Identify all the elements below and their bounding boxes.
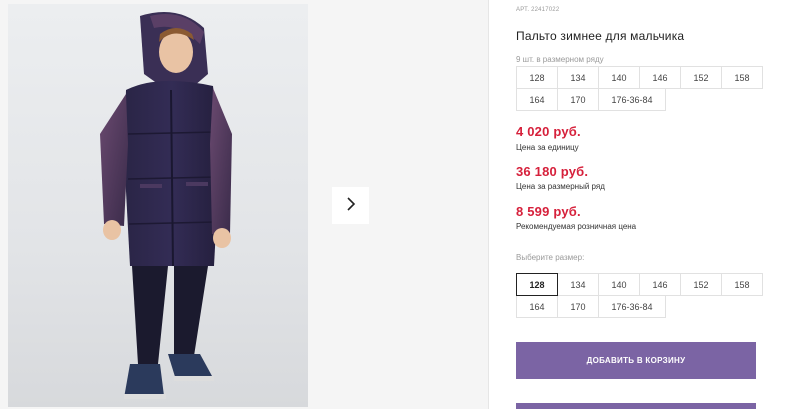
size-row-cell: 128: [516, 66, 558, 89]
secondary-action-button[interactable]: [516, 403, 756, 409]
size-option-158[interactable]: 158: [721, 273, 763, 296]
product-title: Пальто зимнее для мальчика: [516, 29, 685, 43]
chevron-right-icon: [345, 196, 357, 215]
unit-price: 4 020 руб.: [516, 124, 581, 139]
size-row-grid: 128 134 140 146 152 158 164 170 176-36-8…: [516, 66, 763, 111]
size-option-146[interactable]: 146: [639, 273, 681, 296]
product-sku: АРТ. 22417022: [516, 7, 560, 13]
size-option-164[interactable]: 164: [516, 295, 558, 318]
size-row-cell: 152: [680, 66, 722, 89]
size-row-cell: 176-36-84: [598, 88, 666, 111]
size-option-152[interactable]: 152: [680, 273, 722, 296]
size-row-cell: 158: [721, 66, 763, 89]
size-option-176-36-84[interactable]: 176-36-84: [598, 295, 666, 318]
choose-size-label: Выберите размер:: [516, 253, 585, 262]
size-row-cell: 140: [598, 66, 640, 89]
size-option-128[interactable]: 128: [516, 273, 558, 296]
row-price: 36 180 руб.: [516, 164, 589, 179]
size-row-cell: 134: [557, 66, 599, 89]
row-price-label: Цена за размерный ряд: [516, 182, 605, 191]
retail-price-label: Рекомендуемая розничная цена: [516, 222, 637, 231]
divider: [488, 0, 489, 409]
size-option-134[interactable]: 134: [557, 273, 599, 296]
size-row-note: 9 шт. в размерном ряду: [516, 55, 604, 64]
retail-price: 8 599 руб.: [516, 204, 581, 219]
add-to-cart-button[interactable]: ДОБАВИТЬ В КОРЗИНУ: [516, 342, 756, 379]
size-row-cell: 146: [639, 66, 681, 89]
size-option-140[interactable]: 140: [598, 273, 640, 296]
size-selector: 128 134 140 146 152 158 164 170 176-36-8…: [516, 273, 763, 318]
size-row-cell: 164: [516, 88, 558, 111]
product-gallery: [0, 0, 488, 409]
unit-price-label: Цена за единицу: [516, 143, 579, 152]
next-image-button[interactable]: [332, 187, 369, 224]
size-option-170[interactable]: 170: [557, 295, 599, 318]
product-photo: [8, 4, 308, 407]
size-row-cell: 170: [557, 88, 599, 111]
